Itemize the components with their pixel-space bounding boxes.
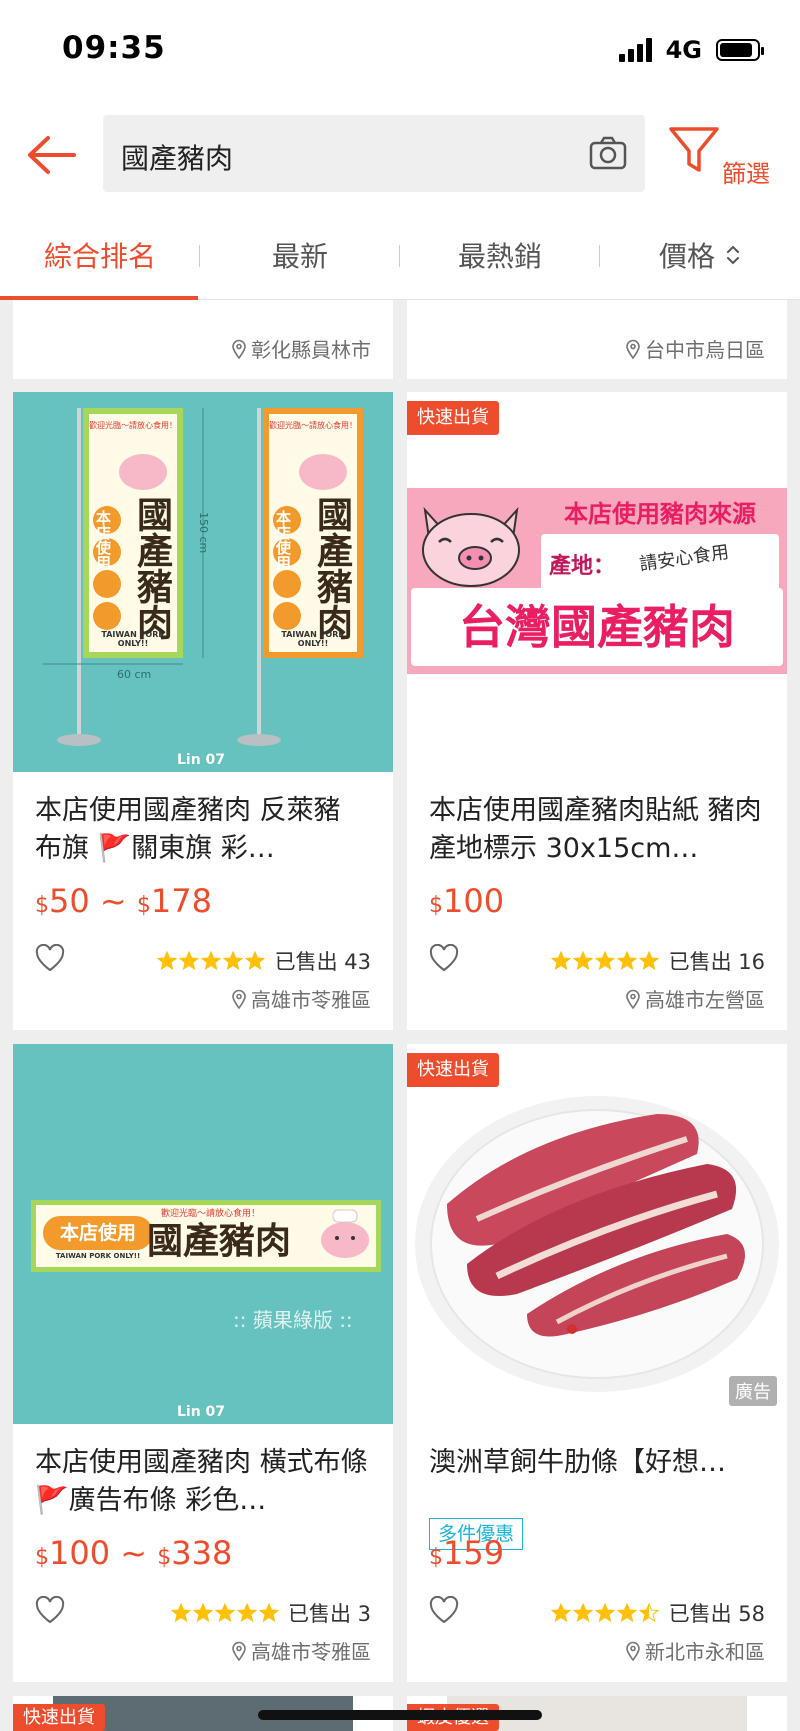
status-bar: 09:35 4G: [0, 0, 800, 100]
tab-price[interactable]: 價格: [600, 210, 800, 300]
star-icon: [201, 951, 221, 971]
search-input[interactable]: 國產豬肉: [103, 115, 645, 192]
product-title: 本店使用國產豬肉 反萊豬 布旗 🚩關東旗 彩…: [35, 795, 341, 864]
product-location: 高雄市苓雅區: [231, 984, 371, 1013]
search-query: 國產豬肉: [121, 142, 234, 175]
tab-newest[interactable]: 最新: [200, 210, 400, 300]
product-location: 高雄市左營區: [625, 984, 765, 1013]
product-location: 新北市永和區: [625, 1636, 765, 1665]
camera-icon[interactable]: [589, 135, 627, 171]
star-icon: [215, 1603, 235, 1623]
location-pin-icon: [232, 1641, 246, 1661]
location-pin-icon: [232, 989, 246, 1009]
product-card[interactable]: 台中市烏日區: [407, 300, 787, 379]
ad-badge: 廣告: [729, 1376, 777, 1406]
product-image: 本店使用 TAIWAN PORK ONLY!! 歡迎光臨～請放心食用！ 國產豬肉…: [13, 1044, 393, 1424]
star-icon: [157, 951, 177, 971]
product-image: 本店使用豬肉來源 產地： 請安心食用 台灣國產豬肉 快速出貨: [407, 392, 787, 772]
location-pin-icon: [232, 339, 246, 359]
product-title: 澳洲草飼牛肋條【好想…: [429, 1447, 726, 1478]
star-icon: [179, 951, 199, 971]
location-pin-icon: [626, 989, 640, 1009]
star-icon: [573, 1603, 593, 1623]
status-time: 09:35: [62, 30, 166, 66]
tab-top-sales[interactable]: 最熱銷: [400, 210, 600, 300]
product-image: 快速出貨 廣告: [407, 1044, 787, 1424]
product-price: $100: [429, 882, 505, 920]
product-card[interactable]: 快速出貨 廣告 澳洲草飼牛肋條【好想… 多件優惠 $159 已售出 58 新北市…: [407, 1044, 787, 1682]
product-location: 台中市烏日區: [625, 334, 765, 363]
pig-chef-illustration: [321, 1209, 369, 1258]
product-card[interactable]: 本店使用豬肉來源 產地： 請安心食用 台灣國產豬肉 快速出貨 本店使用國產豬肉貼…: [407, 392, 787, 1030]
product-location: 彰化縣員林市: [231, 334, 371, 363]
fast-shipping-badge: 快速出貨: [407, 1053, 499, 1087]
sold-count: 已售出 58: [668, 1602, 765, 1626]
star-icon: [595, 1603, 615, 1623]
heart-icon[interactable]: [35, 944, 65, 972]
product-title: 本店使用國產豬肉 橫式布條 🚩廣告布條 彩色…: [35, 1447, 368, 1516]
network-type: 4G: [665, 36, 702, 64]
tab-relevance[interactable]: 綜合排名: [0, 210, 200, 300]
star-icon: [639, 1603, 659, 1623]
signal-icon: [618, 38, 652, 62]
sold-count: 已售出 3: [287, 1602, 371, 1626]
heart-icon[interactable]: [429, 944, 459, 972]
product-price: $100 ~ $338: [35, 1534, 233, 1572]
star-icon: [245, 951, 265, 971]
product-location: 高雄市苓雅區: [231, 1636, 371, 1665]
pig-illustration: [422, 506, 520, 587]
sort-arrows-icon: [727, 245, 739, 265]
rating-stars: [157, 951, 265, 971]
star-icon: [223, 951, 243, 971]
star-icon: [595, 951, 615, 971]
star-icon: [551, 951, 571, 971]
home-indicator[interactable]: [258, 1710, 542, 1720]
product-title: 本店使用國產豬肉貼紙 豬肉產地標示 30x15cm…: [429, 795, 762, 864]
product-price: $50 ~ $178: [35, 882, 212, 920]
star-icon: [171, 1603, 191, 1623]
back-arrow-icon[interactable]: [24, 130, 80, 180]
star-icon: [573, 951, 593, 971]
star-icon: [639, 951, 659, 971]
product-card[interactable]: 本店使用 TAIWAN PORK ONLY!! 歡迎光臨～請放心食用！ 國產豬肉…: [13, 1044, 393, 1682]
star-icon: [237, 1603, 257, 1623]
star-icon: [193, 1603, 213, 1623]
location-pin-icon: [626, 1641, 640, 1661]
star-icon: [617, 1603, 637, 1623]
heart-icon[interactable]: [429, 1596, 459, 1624]
beef-ribs-photo: [415, 1096, 779, 1392]
search-header: 國產豬肉 篩選: [0, 100, 800, 210]
fast-shipping-badge: 快速出貨: [407, 401, 499, 435]
filter-icon: [669, 127, 719, 172]
sold-count: 已售出 43: [274, 950, 371, 974]
product-image: 歡迎光臨～請放心食用！ 歡迎光臨～請放心食用！ 本店使用 本店使用 國產豬肉 國…: [13, 392, 393, 772]
rating-stars: [551, 951, 659, 971]
filter-label: 篩選: [722, 160, 770, 188]
battery-icon: [716, 39, 764, 61]
star-icon: [551, 1603, 571, 1623]
star-icon: [617, 951, 637, 971]
product-card[interactable]: 歡迎光臨～請放心食用！ 歡迎光臨～請放心食用！ 本店使用 本店使用 國產豬肉 國…: [13, 392, 393, 1030]
heart-icon[interactable]: [35, 1596, 65, 1624]
fast-shipping-badge: 快速出貨: [13, 1704, 105, 1731]
rating-stars: [551, 1603, 659, 1623]
filter-button[interactable]: 篩選: [668, 124, 792, 194]
product-card[interactable]: 彰化縣員林市: [13, 300, 393, 379]
sort-bar: 綜合排名 最新 最熱銷 價格: [0, 210, 800, 300]
rating-stars: [171, 1603, 279, 1623]
location-pin-icon: [626, 339, 640, 359]
product-price: $159: [429, 1534, 505, 1572]
sold-count: 已售出 16: [668, 950, 765, 974]
star-icon: [259, 1603, 279, 1623]
